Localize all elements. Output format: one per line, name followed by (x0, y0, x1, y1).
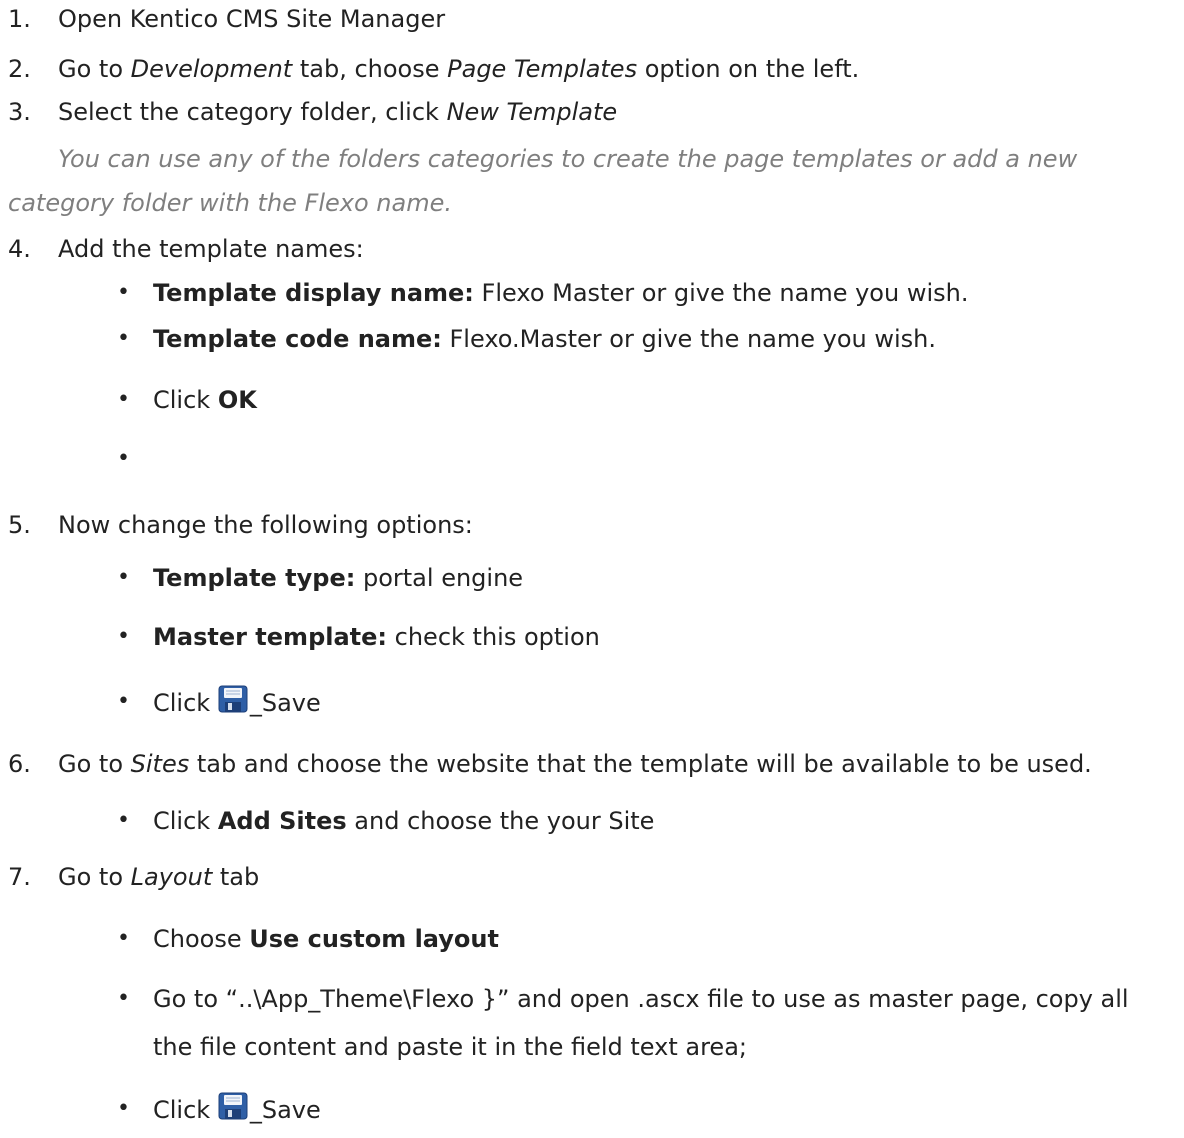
step-number: 2. (8, 55, 31, 83)
bullet: • (117, 624, 130, 649)
text-part: Click (153, 807, 218, 835)
text-part: option on the left. (637, 55, 860, 83)
step-number: 1. (8, 5, 31, 33)
text-part: tab (212, 863, 260, 891)
text-part: Go to (58, 55, 131, 83)
emphasis-page-templates: Page Templates (447, 55, 638, 83)
use-custom-layout-label: Use custom layout (249, 925, 499, 953)
bullet: • (117, 986, 130, 1011)
bullet: • (117, 387, 130, 412)
text-part: Click (153, 1096, 218, 1124)
text-part: Go to (58, 863, 131, 891)
text-part: tab, choose (292, 55, 448, 83)
text-part: and choose the your Site (346, 807, 655, 835)
item-text: Template display name: Flexo Master or g… (153, 276, 968, 310)
item-label: Template type: (153, 564, 356, 592)
item-text: Click _Save (153, 685, 321, 720)
text-part: Choose (153, 925, 250, 953)
text-part: Click (153, 386, 218, 414)
item-text: Click _Save (153, 1092, 321, 1127)
bullet: • (117, 689, 130, 714)
bullet: • (117, 326, 130, 351)
note-line-1: You can use any of the folders categorie… (58, 145, 1078, 173)
ok-label: OK (217, 386, 257, 414)
save-icon (218, 1092, 248, 1120)
step-text: Go to Layout tab (58, 860, 259, 894)
step-text: Now change the following options: (58, 511, 473, 539)
bullet: • (117, 1096, 130, 1121)
step-text: Open Kentico CMS Site Manager (58, 5, 446, 33)
emphasis-development: Development (130, 55, 293, 83)
text-part: Go to (58, 750, 131, 778)
text-part: Select the category folder, click (58, 98, 447, 126)
item-text-line-1: Go to “..\App_Theme\Flexo }” and open .a… (153, 985, 1129, 1013)
emphasis-sites: Sites (130, 750, 190, 778)
step-text: Go to Sites tab and choose the website t… (58, 747, 1092, 781)
step-number: 6. (8, 750, 31, 778)
step-number: 3. (8, 98, 31, 126)
item-text: Template type: portal engine (153, 561, 523, 595)
item-text-line-2: the file content and paste it in the fie… (153, 1033, 747, 1061)
step-text: Add the template names: (58, 235, 364, 263)
bullet: • (117, 565, 130, 590)
text-part: _Save (249, 689, 321, 717)
step-number: 5. (8, 511, 31, 539)
step-number: 4. (8, 235, 31, 263)
step-text: Select the category folder, click New Te… (58, 95, 617, 129)
item-value: Flexo.Master or give the name you wish. (441, 325, 937, 353)
note-line-2: category folder with the Flexo name. (8, 189, 452, 217)
emphasis-new-template: New Template (446, 98, 618, 126)
add-sites-label: Add Sites (217, 807, 347, 835)
item-value: portal engine (355, 564, 524, 592)
item-value: Flexo Master or give the name you wish. (473, 279, 969, 307)
item-label: Master template: (153, 623, 388, 651)
item-label: Template display name: (153, 279, 474, 307)
bullet: • (117, 446, 130, 471)
text-part: tab and choose the website that the temp… (189, 750, 1092, 778)
item-text: Choose Use custom layout (153, 922, 499, 956)
item-text: Master template: check this option (153, 620, 600, 654)
item-value: check this option (387, 623, 600, 651)
text-part: _Save (249, 1096, 321, 1124)
bullet: • (117, 280, 130, 305)
step-number: 7. (8, 863, 31, 891)
text-part: Click (153, 689, 218, 717)
item-text: Click OK (153, 383, 257, 417)
item-text: Click Add Sites and choose the your Site (153, 804, 654, 838)
step-text: Go to Development tab, choose Page Templ… (58, 52, 859, 86)
emphasis-layout: Layout (130, 863, 213, 891)
bullet: • (117, 926, 130, 951)
save-icon (218, 685, 248, 713)
bullet: • (117, 808, 130, 833)
item-label: Template code name: (153, 325, 442, 353)
item-text: Template code name: Flexo.Master or give… (153, 322, 936, 356)
